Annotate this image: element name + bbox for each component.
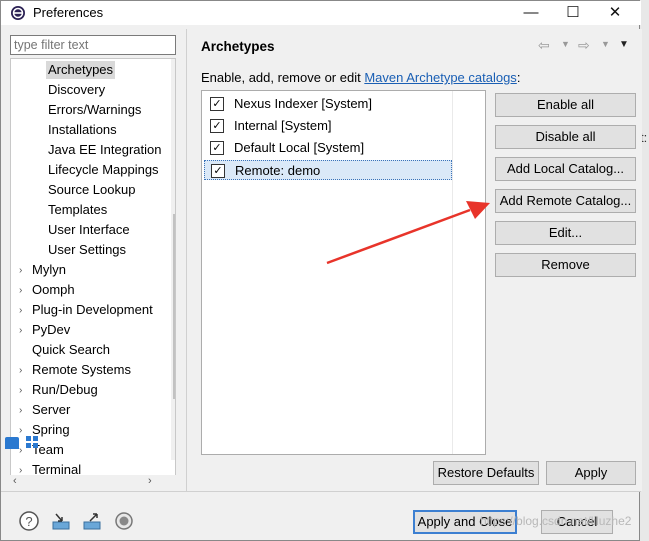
maximize-button[interactable]: ☐: [559, 3, 587, 23]
tree-item[interactable]: Lifecycle Mappings: [48, 161, 159, 179]
back-menu-icon[interactable]: ▼: [561, 39, 570, 49]
tree-item[interactable]: User Interface: [48, 221, 130, 239]
watermark: https://blog.csdn.net/liluzhe2: [480, 514, 632, 528]
catalog-label: Nexus Indexer [System]: [234, 96, 372, 111]
minimize-button[interactable]: —: [517, 3, 545, 23]
restore-defaults-button[interactable]: Restore Defaults: [433, 461, 539, 485]
list-scroll-separator: [452, 91, 453, 454]
expand-icon[interactable]: ›: [19, 305, 22, 316]
expand-icon[interactable]: ›: [19, 325, 22, 336]
catalog-row[interactable]: ✓ Internal [System]: [204, 116, 452, 136]
catalog-row[interactable]: ✓ Nexus Indexer [System]: [204, 94, 452, 114]
add-local-catalog-button[interactable]: Add Local Catalog...: [495, 157, 636, 181]
description-colon: :: [516, 70, 521, 85]
forward-icon[interactable]: ⇨: [578, 37, 590, 54]
scroll-up-icon[interactable]: ▲: [174, 61, 175, 71]
export-icon[interactable]: [82, 511, 102, 531]
tree-item[interactable]: Errors/Warnings: [48, 101, 141, 119]
scroll-down-icon[interactable]: ▼: [174, 447, 175, 457]
tree-horizontal-scrollbar[interactable]: ‹ ›: [10, 475, 176, 489]
tree-item[interactable]: Installations: [48, 121, 117, 139]
description-text: Enable, add, remove or edit: [201, 70, 365, 85]
tree-item[interactable]: Oomph: [32, 281, 75, 299]
window-title: Preferences: [33, 5, 104, 20]
expand-icon[interactable]: ›: [19, 445, 22, 456]
catalog-label: Default Local [System]: [234, 140, 365, 155]
disable-all-button[interactable]: Disable all: [495, 125, 636, 149]
footer-separator: [1, 491, 641, 492]
catalog-label: Remote: demo: [235, 163, 321, 178]
scroll-left-icon[interactable]: ‹: [13, 475, 17, 487]
expand-icon[interactable]: ›: [19, 265, 22, 276]
close-button[interactable]: ✕: [601, 3, 629, 23]
help-icon[interactable]: ?: [19, 511, 39, 531]
tree-item[interactable]: Quick Search: [32, 341, 110, 359]
tree-scroll-thumb[interactable]: [173, 214, 175, 399]
enable-all-button[interactable]: Enable all: [495, 93, 636, 117]
shirt-icon[interactable]: [5, 437, 19, 449]
edit-button[interactable]: Edit...: [495, 221, 636, 245]
tree-item[interactable]: Java EE Integration: [48, 141, 161, 159]
checkbox[interactable]: ✓: [210, 119, 224, 133]
tree-item[interactable]: Plug-in Development: [32, 301, 153, 319]
tree-item-archetypes[interactable]: Archetypes: [46, 61, 116, 79]
tree-item[interactable]: User Settings: [48, 241, 126, 259]
page-title: Archetypes: [201, 39, 275, 54]
import-icon[interactable]: [51, 511, 71, 531]
forward-menu-icon[interactable]: ▼: [601, 39, 610, 49]
page-description: Enable, add, remove or edit Maven Archet…: [201, 70, 520, 85]
catalog-list[interactable]: ✓ Nexus Indexer [System] ✓ Internal [Sys…: [201, 90, 486, 455]
tree-item[interactable]: Templates: [48, 201, 107, 219]
archetype-catalogs-link[interactable]: Maven Archetype catalogs: [364, 70, 516, 85]
eclipse-icon: [11, 6, 25, 20]
tree-item[interactable]: PyDev: [32, 321, 70, 339]
title-bar: Preferences — ☐ ✕: [1, 1, 641, 25]
tree-item[interactable]: Server: [32, 401, 70, 419]
expand-icon[interactable]: ›: [19, 385, 22, 396]
checkbox[interactable]: ✓: [211, 164, 225, 178]
svg-text:?: ?: [25, 514, 32, 529]
tree-item[interactable]: Run/Debug: [32, 381, 98, 399]
scroll-right-icon[interactable]: ›: [148, 475, 152, 487]
arrow-shaft: [326, 208, 471, 265]
tree-item[interactable]: Remote Systems: [32, 361, 131, 379]
preference-tree[interactable]: Archetypes Discovery Errors/Warnings Ins…: [10, 58, 176, 476]
add-remote-catalog-button[interactable]: Add Remote Catalog...: [495, 189, 636, 213]
tree-item[interactable]: Discovery: [48, 81, 105, 99]
apply-button[interactable]: Apply: [546, 461, 636, 485]
expand-icon[interactable]: ›: [19, 425, 22, 436]
catalog-row[interactable]: ✓ Default Local [System]: [204, 138, 452, 158]
preferences-window: Preferences — ☐ ✕ Archetypes Discovery E…: [0, 0, 642, 541]
tree-item[interactable]: Mylyn: [32, 261, 66, 279]
filter-input[interactable]: [10, 35, 176, 55]
catalog-row-selected[interactable]: ✓ Remote: demo: [204, 160, 452, 180]
expand-icon[interactable]: ›: [19, 365, 22, 376]
expand-icon[interactable]: ›: [19, 405, 22, 416]
expand-icon[interactable]: ›: [19, 285, 22, 296]
record-icon[interactable]: [114, 511, 134, 531]
grid-icon[interactable]: [25, 435, 39, 449]
remove-button[interactable]: Remove: [495, 253, 636, 277]
annotation-arrow: [326, 201, 490, 265]
checkbox[interactable]: ✓: [210, 97, 224, 111]
view-menu-icon[interactable]: ▼: [619, 39, 629, 50]
checkbox[interactable]: ✓: [210, 141, 224, 155]
catalog-label: Internal [System]: [234, 118, 332, 133]
tree-item[interactable]: Source Lookup: [48, 181, 135, 199]
tree-item[interactable]: Terminal: [32, 461, 81, 475]
back-icon[interactable]: ⇦: [538, 37, 550, 54]
